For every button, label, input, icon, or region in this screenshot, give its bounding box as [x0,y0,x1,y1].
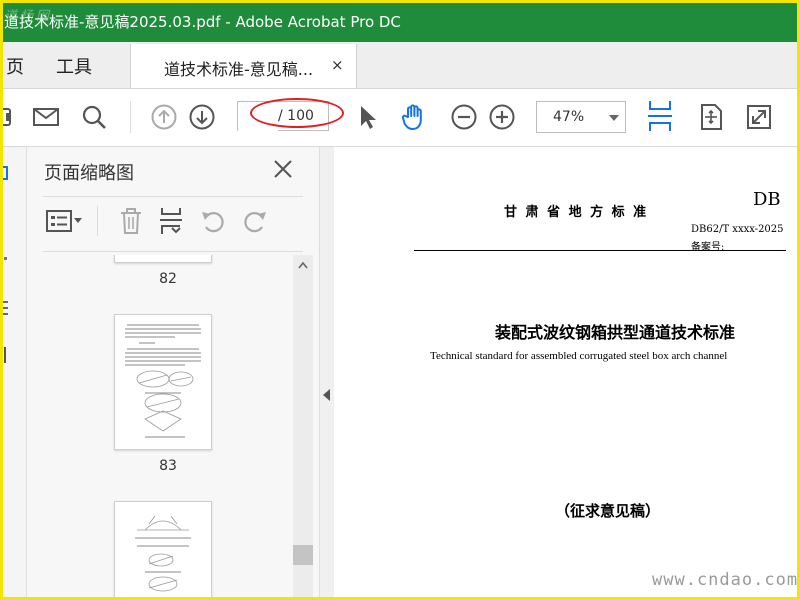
navigation-pane-strip [0,147,27,600]
window-title: 道技术标准-意见稿2025.03.pdf - Adobe Acrobat Pro… [4,13,401,31]
rotate-cw-icon[interactable] [241,206,269,236]
panel-divider [43,251,303,252]
thumbnail-page[interactable] [114,255,212,263]
panel-splitter[interactable] [319,147,334,600]
thumbnail-page-number: 83 [159,458,177,474]
toolbar-separator [130,101,131,133]
doc-title-cn: 装配式波纹钢箱拱型通道技术标准 [495,323,736,342]
doc-draft-note: （征求意见稿） [555,502,661,520]
full-screen-icon[interactable] [745,103,773,131]
fit-page-icon[interactable] [697,103,725,131]
thumbnail-page-number: 82 [159,271,177,287]
delete-icon[interactable] [117,206,145,236]
zoom-select[interactable]: 47% [536,101,626,133]
thumbnail-list: 82 83 [43,255,293,600]
thumbnail-scrollbar[interactable] [293,255,313,600]
chevron-down-icon [609,115,619,121]
highlight-ellipse [250,98,344,128]
scrollbar-thumb[interactable] [293,545,313,565]
menu-home[interactable]: 页 [6,53,24,79]
page-thumbnails-icon[interactable] [0,165,10,181]
rotate-ccw-icon[interactable] [199,206,227,236]
doc-header-rule [414,250,786,251]
document-tab-label: 道技术标准-意见稿... [164,60,314,79]
zoom-value: 47% [553,109,585,125]
thumbnail-content [125,324,201,438]
layers-icon[interactable] [0,299,10,317]
thumbnail-page[interactable] [114,501,212,600]
close-icon[interactable] [271,157,295,181]
extract-page-icon[interactable] [157,206,185,236]
doc-db-code: DB [753,189,781,210]
zoom-in-icon[interactable] [488,103,516,131]
tab-close-button[interactable]: × [331,56,344,74]
panel-title: 页面缩略图 [44,163,134,184]
panel-tool-separator [97,206,98,236]
bookmark-icon[interactable] [4,347,6,363]
panel-divider [43,196,303,197]
document-view[interactable]: 甘 肃 省 地 方 标 准 DB DB62/T xxxx-2025 备案号: 装… [334,147,800,600]
menu-tools[interactable]: 工具 [56,53,92,79]
thumbnails-panel: 页面缩略图 82 83 [27,147,319,600]
hand-icon[interactable] [400,103,428,131]
next-page-icon[interactable] [188,103,216,131]
menu-bar: 页 工具 [0,42,800,89]
select-icon[interactable] [354,103,382,131]
document-tab[interactable]: 道技术标准-意见稿... × [130,44,357,88]
options-menu-icon[interactable] [45,206,85,236]
save-icon[interactable] [0,103,20,131]
thumbnail-content [135,515,191,600]
prev-page-icon[interactable] [150,103,178,131]
search-icon[interactable] [80,103,108,131]
zoom-out-icon[interactable] [450,103,478,131]
site-watermark: www.cndao.com [652,570,799,590]
toolbar: / 100 47% [0,89,800,147]
scroll-up-icon[interactable] [298,261,308,269]
doc-header-chinese: 甘 肃 省 地 方 标 准 [504,205,649,220]
doc-title-en: Technical standard for assembled corruga… [430,350,728,362]
mail-icon[interactable] [32,103,60,131]
title-bar: 道杨网 道技术标准-意见稿2025.03.pdf - Adobe Acrobat… [0,0,800,42]
thumbnail-page[interactable] [114,314,212,450]
scroll-mode-icon[interactable] [646,99,674,133]
collapse-arrow-icon[interactable] [323,389,330,401]
doc-standard-number: DB62/T xxxx-2025 [691,224,784,235]
